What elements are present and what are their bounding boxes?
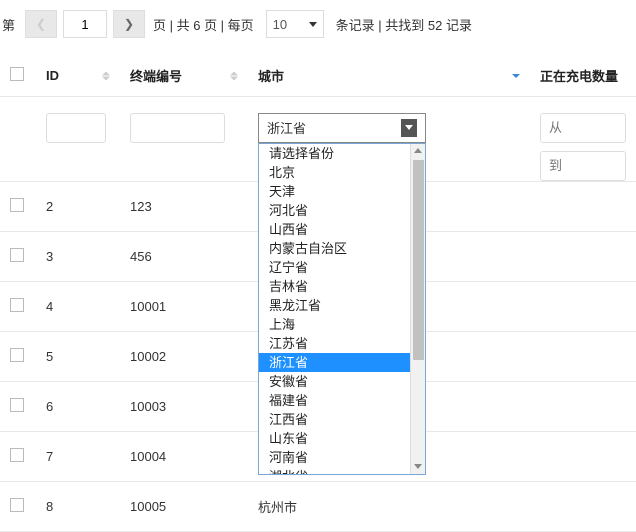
page-total-text: 页 | 共 6 页 | 每页 <box>153 15 254 34</box>
dropdown-item[interactable]: 江西省 <box>259 410 410 429</box>
dropdown-item[interactable]: 河南省 <box>259 448 410 467</box>
dropdown-item[interactable]: 上海 <box>259 315 410 334</box>
row-checkbox[interactable] <box>10 348 24 362</box>
cell-city: 杭州市 <box>248 481 530 531</box>
dropdown-item[interactable]: 辽宁省 <box>259 258 410 277</box>
city-province-select[interactable]: 浙江省 <box>258 113 426 143</box>
dropdown-item[interactable]: 内蒙古自治区 <box>259 239 410 258</box>
cell-charging <box>530 181 636 231</box>
next-page-button[interactable]: ❯ <box>113 10 145 38</box>
sort-active-icon <box>512 74 520 78</box>
cell-charging <box>530 431 636 481</box>
filter-row: 浙江省 请选择省份北京天津河北省山西省内蒙古自治区辽宁省吉林省黑龙江省上海江苏省… <box>0 96 636 181</box>
prev-page-button[interactable]: ❮ <box>25 10 57 38</box>
cell-terminal: 10001 <box>120 281 248 331</box>
page-size-select[interactable]: 10 <box>266 10 324 38</box>
sort-icon <box>230 71 238 80</box>
row-checkbox[interactable] <box>10 198 24 212</box>
dropdown-item[interactable]: 湖北省 <box>259 467 410 474</box>
dropdown-item[interactable]: 吉林省 <box>259 277 410 296</box>
dropdown-item[interactable]: 黑龙江省 <box>259 296 410 315</box>
dropdown-item[interactable]: 河北省 <box>259 201 410 220</box>
dropdown-scrollbar[interactable] <box>410 144 425 474</box>
pagination-bar: 第 ❮ ❯ 页 | 共 6 页 | 每页 10 条记录 | 共找到 52 记录 <box>0 0 636 56</box>
cell-charging <box>530 331 636 381</box>
filter-terminal-input[interactable] <box>130 113 225 143</box>
header-row: ID 终端编号 城市 正在充电数量 <box>0 56 636 96</box>
city-select-value: 浙江省 <box>267 118 306 137</box>
cell-id: 8 <box>36 481 120 531</box>
cell-id: 6 <box>36 381 120 431</box>
header-terminal[interactable]: 终端编号 <box>120 56 248 96</box>
page-number-input[interactable] <box>63 10 107 38</box>
scroll-down-icon[interactable] <box>411 460 425 474</box>
row-checkbox[interactable] <box>10 448 24 462</box>
cell-terminal: 10002 <box>120 331 248 381</box>
cell-id: 7 <box>36 431 120 481</box>
header-charging[interactable]: 正在充电数量 <box>530 56 636 96</box>
charging-to-input[interactable] <box>540 151 626 181</box>
header-id[interactable]: ID <box>36 56 120 96</box>
cell-id: 4 <box>36 281 120 331</box>
row-checkbox[interactable] <box>10 298 24 312</box>
cell-charging <box>530 381 636 431</box>
dropdown-item[interactable]: 浙江省 <box>259 353 410 372</box>
cell-charging <box>530 481 636 531</box>
charging-from-input[interactable] <box>540 113 626 143</box>
dropdown-item[interactable]: 山东省 <box>259 429 410 448</box>
cell-terminal: 10005 <box>120 481 248 531</box>
sort-icon <box>102 71 110 80</box>
dropdown-item[interactable]: 北京 <box>259 163 410 182</box>
header-city[interactable]: 城市 <box>248 56 530 96</box>
cell-terminal: 10003 <box>120 381 248 431</box>
dropdown-list: 请选择省份北京天津河北省山西省内蒙古自治区辽宁省吉林省黑龙江省上海江苏省浙江省安… <box>259 144 410 474</box>
dropdown-item[interactable]: 天津 <box>259 182 410 201</box>
data-table: ID 终端编号 城市 正在充电数量 浙江省 <box>0 56 636 532</box>
page-label-prefix: 第 <box>2 15 15 34</box>
dropdown-item[interactable]: 福建省 <box>259 391 410 410</box>
province-dropdown: 请选择省份北京天津河北省山西省内蒙古自治区辽宁省吉林省黑龙江省上海江苏省浙江省安… <box>258 143 426 475</box>
cell-charging <box>530 231 636 281</box>
cell-id: 5 <box>36 331 120 381</box>
page-records-text: 条记录 | 共找到 52 记录 <box>336 15 472 34</box>
scroll-up-icon[interactable] <box>411 144 425 158</box>
caret-down-icon <box>309 22 317 27</box>
cell-terminal: 123 <box>120 181 248 231</box>
cell-charging <box>530 281 636 331</box>
dropdown-caret-icon <box>401 119 417 137</box>
select-all-checkbox[interactable] <box>10 67 24 81</box>
cell-id: 3 <box>36 231 120 281</box>
page-size-value: 10 <box>273 17 287 32</box>
cell-terminal: 10004 <box>120 431 248 481</box>
row-checkbox[interactable] <box>10 248 24 262</box>
filter-id-input[interactable] <box>46 113 106 143</box>
dropdown-item[interactable]: 山西省 <box>259 220 410 239</box>
table-row: 810005杭州市 <box>0 481 636 531</box>
cell-terminal: 456 <box>120 231 248 281</box>
row-checkbox[interactable] <box>10 398 24 412</box>
dropdown-item[interactable]: 请选择省份 <box>259 144 410 163</box>
row-checkbox[interactable] <box>10 498 24 512</box>
dropdown-item[interactable]: 安徽省 <box>259 372 410 391</box>
scroll-thumb[interactable] <box>413 160 424 360</box>
cell-id: 2 <box>36 181 120 231</box>
dropdown-item[interactable]: 江苏省 <box>259 334 410 353</box>
